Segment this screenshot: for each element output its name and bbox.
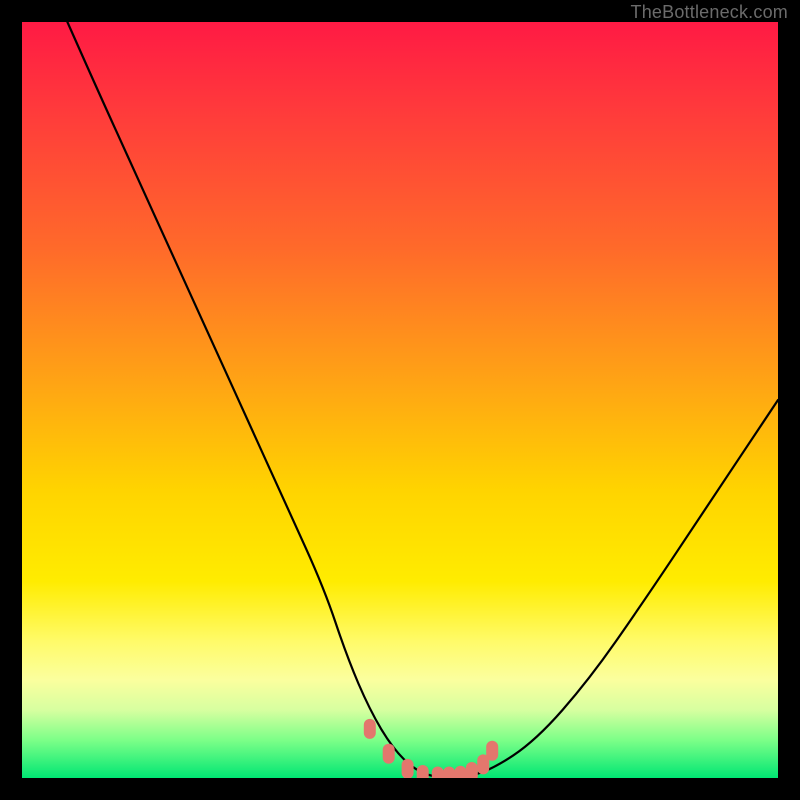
optimal-marker xyxy=(432,767,444,779)
optimal-marker xyxy=(402,759,414,778)
optimal-marker xyxy=(417,765,429,778)
optimal-marker xyxy=(443,767,455,779)
watermark-text: TheBottleneck.com xyxy=(631,2,788,23)
bottleneck-curve xyxy=(67,22,778,778)
optimal-zone-markers xyxy=(364,719,498,778)
optimal-marker xyxy=(466,762,478,778)
optimal-marker xyxy=(383,744,395,764)
plot-area xyxy=(22,22,778,778)
optimal-marker xyxy=(364,719,376,739)
optimal-marker xyxy=(486,741,498,761)
optimal-marker xyxy=(455,766,467,778)
curve-layer xyxy=(22,22,778,778)
chart-frame: TheBottleneck.com xyxy=(0,0,800,800)
